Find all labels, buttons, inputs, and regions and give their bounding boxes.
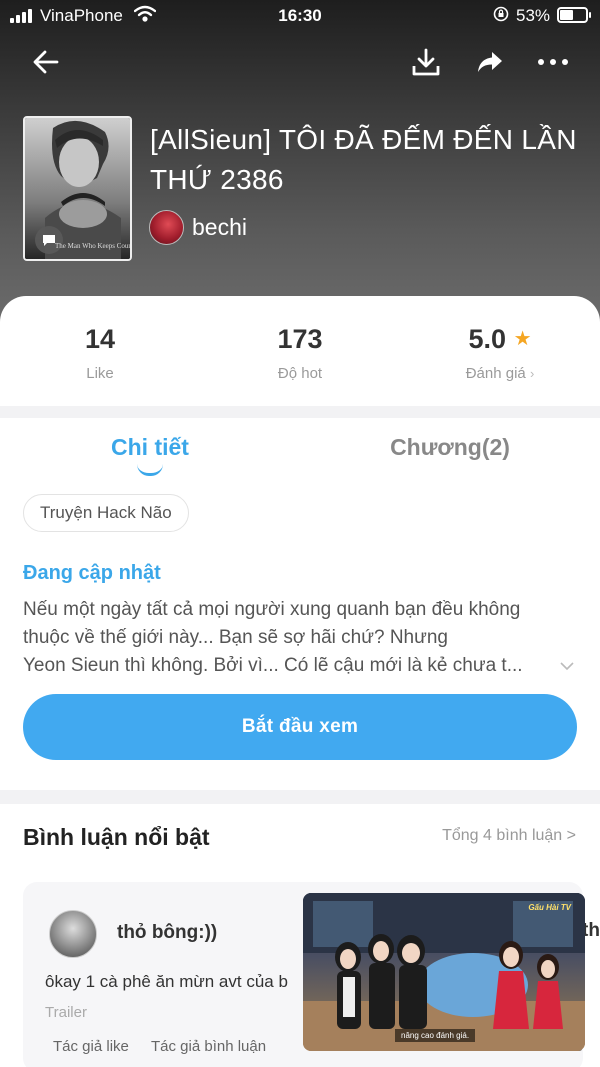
download-icon xyxy=(412,48,440,76)
orientation-lock-icon xyxy=(493,6,509,26)
commenter-name[interactable]: thỏ bông:)) xyxy=(117,922,217,944)
author-avatar[interactable] xyxy=(149,210,184,245)
hot-count: 173 xyxy=(277,324,323,354)
comments-title: Bình luận nổi bật xyxy=(23,824,210,850)
description-line: Nếu một ngày tất cả mọi người xung quanh… xyxy=(23,599,521,620)
likes-stat: 14 Like xyxy=(0,324,200,382)
star-icon: ★ xyxy=(513,328,532,350)
author-commented-badge: Tác giả bình luận xyxy=(151,1038,267,1055)
video-subtitle: nâng cao đánh giá. xyxy=(395,1029,476,1042)
detail-section: Chi tiết Chương(2) Truyện Hack Não Đang … xyxy=(0,418,600,790)
commenter-avatar[interactable] xyxy=(49,910,97,958)
cover-caption: The Man Who Keeps Counting xyxy=(55,242,132,250)
download-button[interactable] xyxy=(404,40,448,84)
back-button[interactable] xyxy=(24,40,68,84)
genre-tag[interactable]: Truyện Hack Não xyxy=(23,494,189,532)
hot-label: Độ hot xyxy=(277,365,323,382)
rating-label: Đánh giá xyxy=(465,365,526,382)
rating-value: 5.0 xyxy=(468,324,507,354)
start-reading-button[interactable]: Bắt đầu xem xyxy=(23,694,577,760)
video-channel-brand: Gấu Hài TV xyxy=(528,903,571,912)
expand-chevron-icon[interactable] xyxy=(560,658,574,676)
status-bar: VinaPhone 16:30 53% xyxy=(0,0,600,32)
stats-card: 14 Like 173 Độ hot 5.0 ★ Đánh giá › xyxy=(0,296,600,406)
likes-count: 14 xyxy=(84,324,116,354)
rating-stat[interactable]: 5.0 ★ Đánh giá › xyxy=(400,324,600,382)
story-title: [AllSieun] TÔI ĐÃ ĐẾM ĐẾN LẦN THỨ 2386 xyxy=(150,124,577,195)
comment-text: ôkay 1 cà phê ăn mừn avt của b xyxy=(45,972,288,991)
comment-chapter-tag: Trailer xyxy=(45,1004,87,1021)
likes-label: Like xyxy=(86,365,114,382)
floating-video-player[interactable]: Gấu Hài TV nâng cao đánh giá. xyxy=(303,893,585,1051)
clock: 16:30 xyxy=(278,6,322,25)
battery-icon xyxy=(557,7,591,23)
more-button[interactable] xyxy=(531,40,575,84)
battery-percent: 53% xyxy=(516,6,551,25)
back-arrow-icon xyxy=(33,50,59,74)
share-icon xyxy=(478,52,502,72)
video-frame xyxy=(303,893,585,1051)
description-line: Yeon Sieun thì không. Bởi vì... Có lẽ cậ… xyxy=(23,655,523,676)
story-cover-image[interactable]: The Man Who Keeps Counting xyxy=(23,116,132,261)
tab-detail[interactable]: Chi tiết xyxy=(0,434,300,461)
update-status: Đang cập nhật xyxy=(23,562,161,584)
share-button[interactable] xyxy=(468,40,512,84)
tab-chapters[interactable]: Chương(2) xyxy=(300,434,600,461)
author-name[interactable]: bechi xyxy=(192,214,247,241)
description-line: thuộc về thế giới này... Bạn sẽ sợ hãi c… xyxy=(23,627,448,648)
hot-stat: 173 Độ hot xyxy=(200,324,400,382)
more-icon xyxy=(538,59,568,65)
all-comments-link[interactable]: Tổng 4 bình luận > xyxy=(442,827,576,845)
story-description[interactable]: Nếu một ngày tất cả mọi người xung quanh… xyxy=(23,596,563,680)
header: VinaPhone 16:30 53% The Man Who Keeps Co… xyxy=(0,0,600,330)
author-liked-badge: Tác giả like xyxy=(53,1038,129,1055)
chevron-right-icon: › xyxy=(529,366,535,381)
active-tab-indicator xyxy=(137,464,163,476)
